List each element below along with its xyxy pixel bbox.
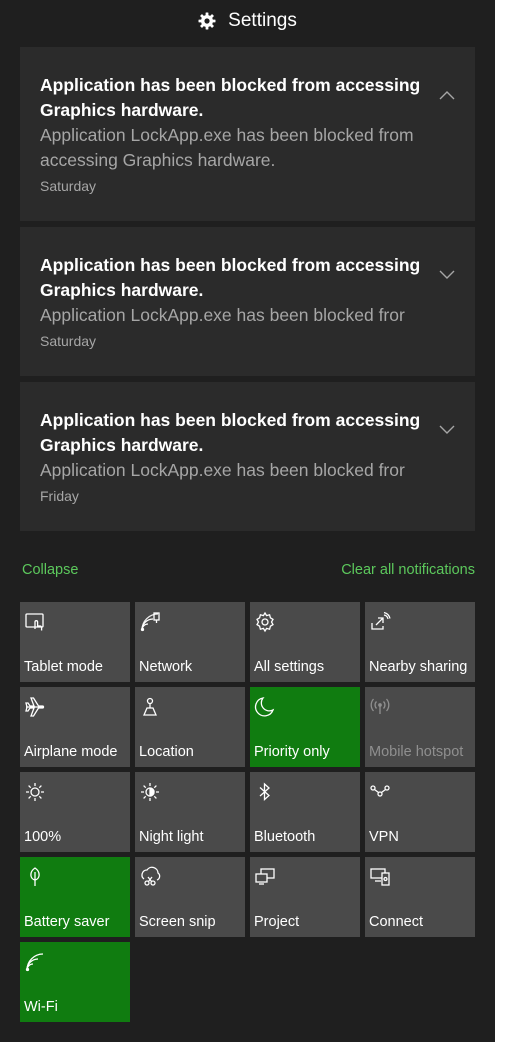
notification-body: Application LockApp.exe has been blocked… <box>40 125 414 170</box>
tile-airplane-mode[interactable]: Airplane mode <box>20 687 130 767</box>
connect-icon <box>369 866 391 888</box>
tile-battery-saver[interactable]: Battery saver <box>20 857 130 937</box>
tile-label: Network <box>139 659 193 675</box>
gear-icon <box>254 611 276 633</box>
tile-connect[interactable]: Connect <box>365 857 475 937</box>
notification-title: Application has been blocked from access… <box>40 255 421 300</box>
tablet-mode-icon <box>24 611 46 633</box>
tile-label: Location <box>139 744 194 760</box>
notification-title: Application has been blocked from access… <box>40 410 421 455</box>
brightness-icon <box>24 781 46 803</box>
clear-all-notifications-link[interactable]: Clear all notifications <box>341 562 475 578</box>
notification-card[interactable]: Application has been blocked from access… <box>20 47 475 221</box>
battery-saver-icon <box>24 866 46 888</box>
tile-label: Project <box>254 914 300 930</box>
tile-night-light[interactable]: Night light <box>135 772 245 852</box>
tile-priority-only[interactable]: Priority only <box>250 687 360 767</box>
tile-project[interactable]: Project <box>250 857 360 937</box>
tile-label: VPN <box>369 829 399 845</box>
tile-label: Priority only <box>254 744 330 760</box>
tile-label: Bluetooth <box>254 829 316 845</box>
tile-location[interactable]: Location <box>135 687 245 767</box>
airplane-icon <box>24 696 46 718</box>
notification-time: Saturday <box>40 333 97 349</box>
hotspot-icon <box>369 696 391 718</box>
network-icon <box>139 611 161 633</box>
tile-vpn[interactable]: VPN <box>365 772 475 852</box>
nearby-sharing-icon <box>369 611 391 633</box>
notification-card[interactable]: Application has been blocked from access… <box>20 382 475 531</box>
tile-label: Airplane mode <box>24 744 118 760</box>
notification-body: Application LockApp.exe has been blocked… <box>40 305 405 325</box>
tile-brightness[interactable]: 100% <box>20 772 130 852</box>
tile-network[interactable]: Network <box>135 602 245 682</box>
tile-label: Screen snip <box>139 914 216 930</box>
tile-label: Nearby sharing <box>369 659 468 675</box>
tile-bluetooth[interactable]: Bluetooth <box>250 772 360 852</box>
tile-all-settings[interactable]: All settings <box>250 602 360 682</box>
tile-label: Connect <box>369 914 424 930</box>
wifi-icon <box>24 951 46 973</box>
tile-screen-snip[interactable]: Screen snip <box>135 857 245 937</box>
moon-icon <box>254 696 276 718</box>
location-icon <box>139 696 161 718</box>
tile-label: 100% <box>24 829 62 845</box>
quick-actions-grid: Tablet mode Network All settings Nearby … <box>20 602 475 1022</box>
chevron-up-icon[interactable] <box>439 87 459 101</box>
action-center-panel: Settings Application has been blocked fr… <box>0 0 495 1042</box>
chevron-down-icon[interactable] <box>439 422 459 436</box>
collapse-link[interactable]: Collapse <box>22 562 78 578</box>
tile-label: Night light <box>139 829 204 845</box>
notification-body: Application LockApp.exe has been blocked… <box>40 460 405 480</box>
night-light-icon <box>139 781 161 803</box>
notification-title: Application has been blocked from access… <box>40 75 421 120</box>
tile-label: Mobile hotspot <box>369 744 464 760</box>
tile-mobile-hotspot[interactable]: Mobile hotspot <box>365 687 475 767</box>
tile-label: Wi-Fi <box>24 999 58 1015</box>
tile-wifi[interactable]: Wi-Fi <box>20 942 130 1022</box>
notification-card[interactable]: Application has been blocked from access… <box>20 227 475 376</box>
tile-tablet-mode[interactable]: Tablet mode <box>20 602 130 682</box>
tile-label: Battery saver <box>24 914 110 930</box>
header-title: Settings <box>228 10 297 31</box>
screen-snip-icon <box>139 866 161 888</box>
tile-label: All settings <box>254 659 325 675</box>
tile-nearby-sharing[interactable]: Nearby sharing <box>365 602 475 682</box>
vpn-icon <box>369 781 391 803</box>
chevron-down-icon[interactable] <box>439 267 459 281</box>
notification-time: Saturday <box>40 178 97 194</box>
bluetooth-icon <box>254 781 276 803</box>
settings-header[interactable]: Settings <box>0 0 495 42</box>
tile-label: Tablet mode <box>24 659 103 675</box>
gear-icon <box>198 12 216 30</box>
notification-time: Friday <box>40 488 79 504</box>
project-icon <box>254 866 276 888</box>
